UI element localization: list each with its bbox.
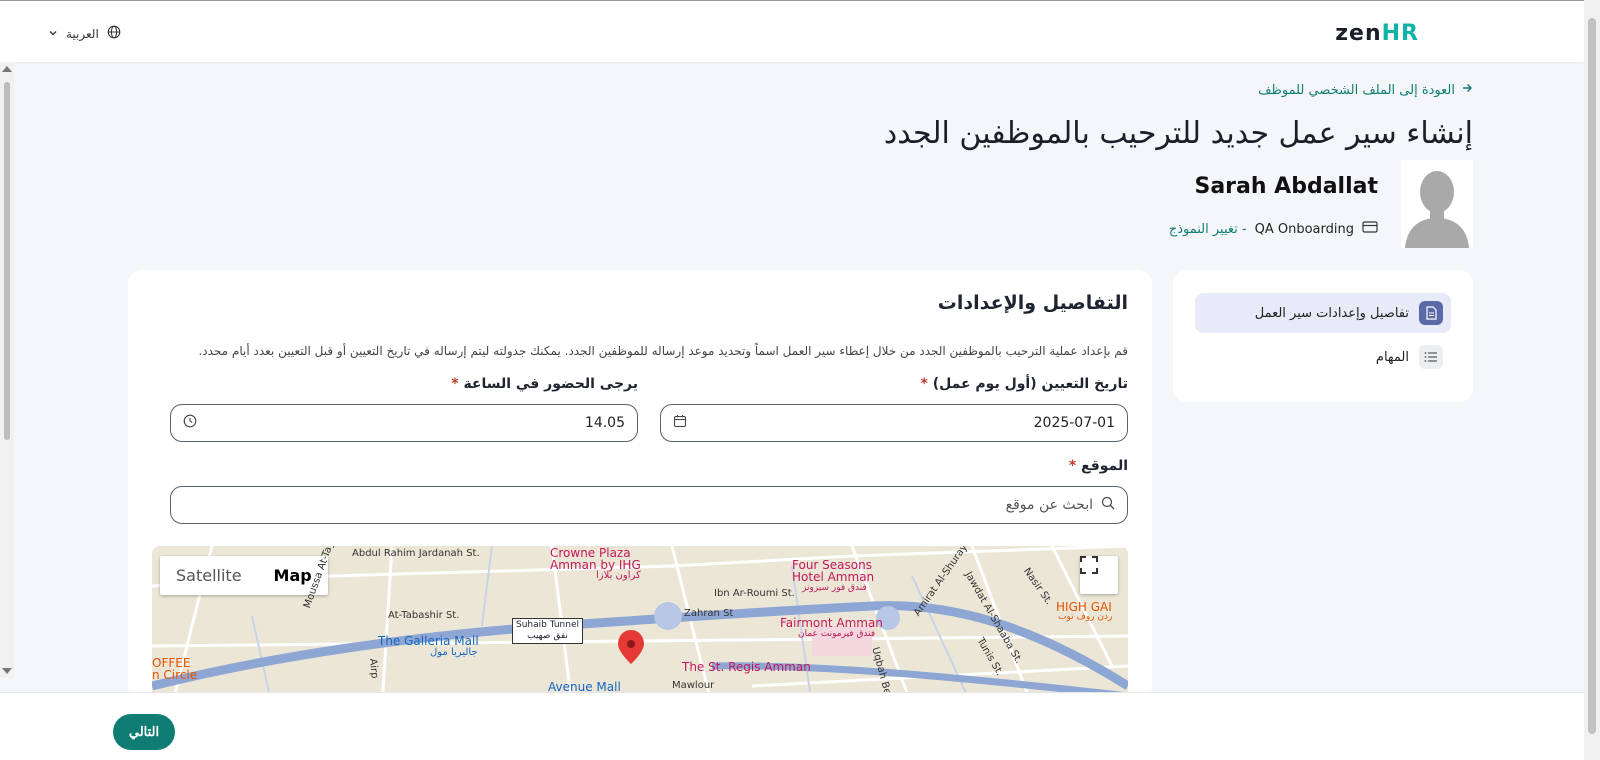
map-label-fairmont-ar: فندق فيرمونت عمان [798, 629, 876, 639]
location-map[interactable]: Satellite Map Crowne Plaza Amman by IHG … [152, 546, 1128, 700]
map-street-5: Mawlour [672, 680, 715, 691]
arrival-time-field[interactable]: 14.05 [170, 404, 638, 442]
scroll-up-arrow-icon[interactable] [2, 66, 12, 72]
top-bar: zenHR العربية [0, 0, 1584, 62]
map-label-four-seasons-ar: فندق فور سيزونز [802, 583, 867, 593]
avatar [1401, 160, 1473, 248]
fullscreen-icon [1080, 556, 1098, 574]
location-placeholder: ابحث عن موقع [1005, 497, 1093, 513]
details-card: التفاصيل والإعدادات قم بإعداد عملية التر… [128, 270, 1152, 700]
map-label-circle[interactable]: n Circle [152, 668, 197, 682]
scroll-down-arrow-icon[interactable] [2, 668, 12, 674]
map-street-1: Abdul Rahim Jardanah St. [352, 548, 480, 559]
hire-date-label: تاريخ التعيين (أول يوم عمل) * [920, 376, 1128, 392]
map-type-toggle: Satellite Map [160, 556, 328, 595]
document-icon [1419, 301, 1443, 325]
map-label-four-seasons-2[interactable]: Hotel Amman [792, 570, 874, 584]
map-label-crowne-ar: كراون بلازا [596, 570, 641, 581]
template-name: QA Onboarding [1254, 221, 1354, 237]
arrow-right-icon [1461, 82, 1473, 98]
nav-item-workflow-details[interactable]: تفاصيل وإعدادات سير العمل [1195, 293, 1451, 333]
scrollbar-thumb[interactable] [4, 82, 10, 440]
clock-icon[interactable] [183, 414, 197, 432]
change-template-link[interactable]: - تغيير النموذج [1169, 222, 1247, 237]
next-button[interactable]: التالي [113, 714, 175, 750]
map-label-st-regis[interactable]: The St. Regis Amman [682, 660, 811, 674]
satellite-button[interactable]: Satellite [160, 556, 258, 595]
page-scrollbar[interactable] [1584, 0, 1600, 760]
language-label: العربية [66, 26, 99, 41]
map-street-3: Zahran St [684, 608, 734, 619]
map-label-galleria[interactable]: The Galleria Mall [378, 634, 479, 648]
location-search-field[interactable]: ابحث عن موقع [170, 486, 1128, 524]
arrival-time-label: يرجى الحضور في الساعة * [451, 376, 638, 392]
language-switcher[interactable]: العربية [48, 25, 121, 42]
map-label-high-ar: ردن روف توب [1058, 612, 1113, 622]
fullscreen-button[interactable] [1080, 556, 1118, 594]
card-icon [1362, 220, 1378, 238]
inner-scrollbar[interactable] [0, 62, 14, 678]
search-icon [1101, 496, 1115, 514]
zenhr-logo[interactable]: zenHR [1335, 21, 1419, 46]
location-label: الموقع * [1068, 458, 1128, 474]
employee-name: Sarah Abdallat [1194, 174, 1378, 199]
map-label-tunnel: Suhaib Tunnel نفق صهيب [512, 618, 583, 644]
back-to-profile-link[interactable]: العودة إلى الملف الشخصي للموظف [1258, 82, 1473, 98]
section-description: قم بإعداد عملية الترحيب بالموظفين الجدد … [198, 344, 1128, 358]
bottom-action-bar [0, 692, 1584, 760]
map-street-12: Airp [367, 658, 380, 679]
map-street-2: At-Tabashir St. [388, 610, 460, 621]
page-scrollbar-thumb[interactable] [1588, 18, 1596, 734]
list-icon [1419, 345, 1443, 369]
side-nav-card: تفاصيل وإعدادات سير العمل المهام [1173, 270, 1473, 402]
nav-item-tasks[interactable]: المهام [1195, 337, 1451, 377]
template-row: QA Onboarding - تغيير النموذج [1169, 220, 1378, 238]
chevron-down-icon [48, 27, 58, 41]
section-title: التفاصيل والإعدادات [937, 292, 1128, 314]
map-label-galleria-ar: جاليريا مول [430, 647, 478, 658]
calendar-icon[interactable] [673, 414, 687, 432]
map-label-fairmont[interactable]: Fairmont Amman [780, 616, 883, 630]
hire-date-field[interactable]: 2025-07-01 [660, 404, 1128, 442]
page-title: إنشاء سير عمل جديد للترحيب بالموظفين الج… [883, 116, 1473, 151]
map-street-4: Ibn Ar-Roumi St. [714, 588, 795, 599]
globe-icon [107, 25, 121, 42]
